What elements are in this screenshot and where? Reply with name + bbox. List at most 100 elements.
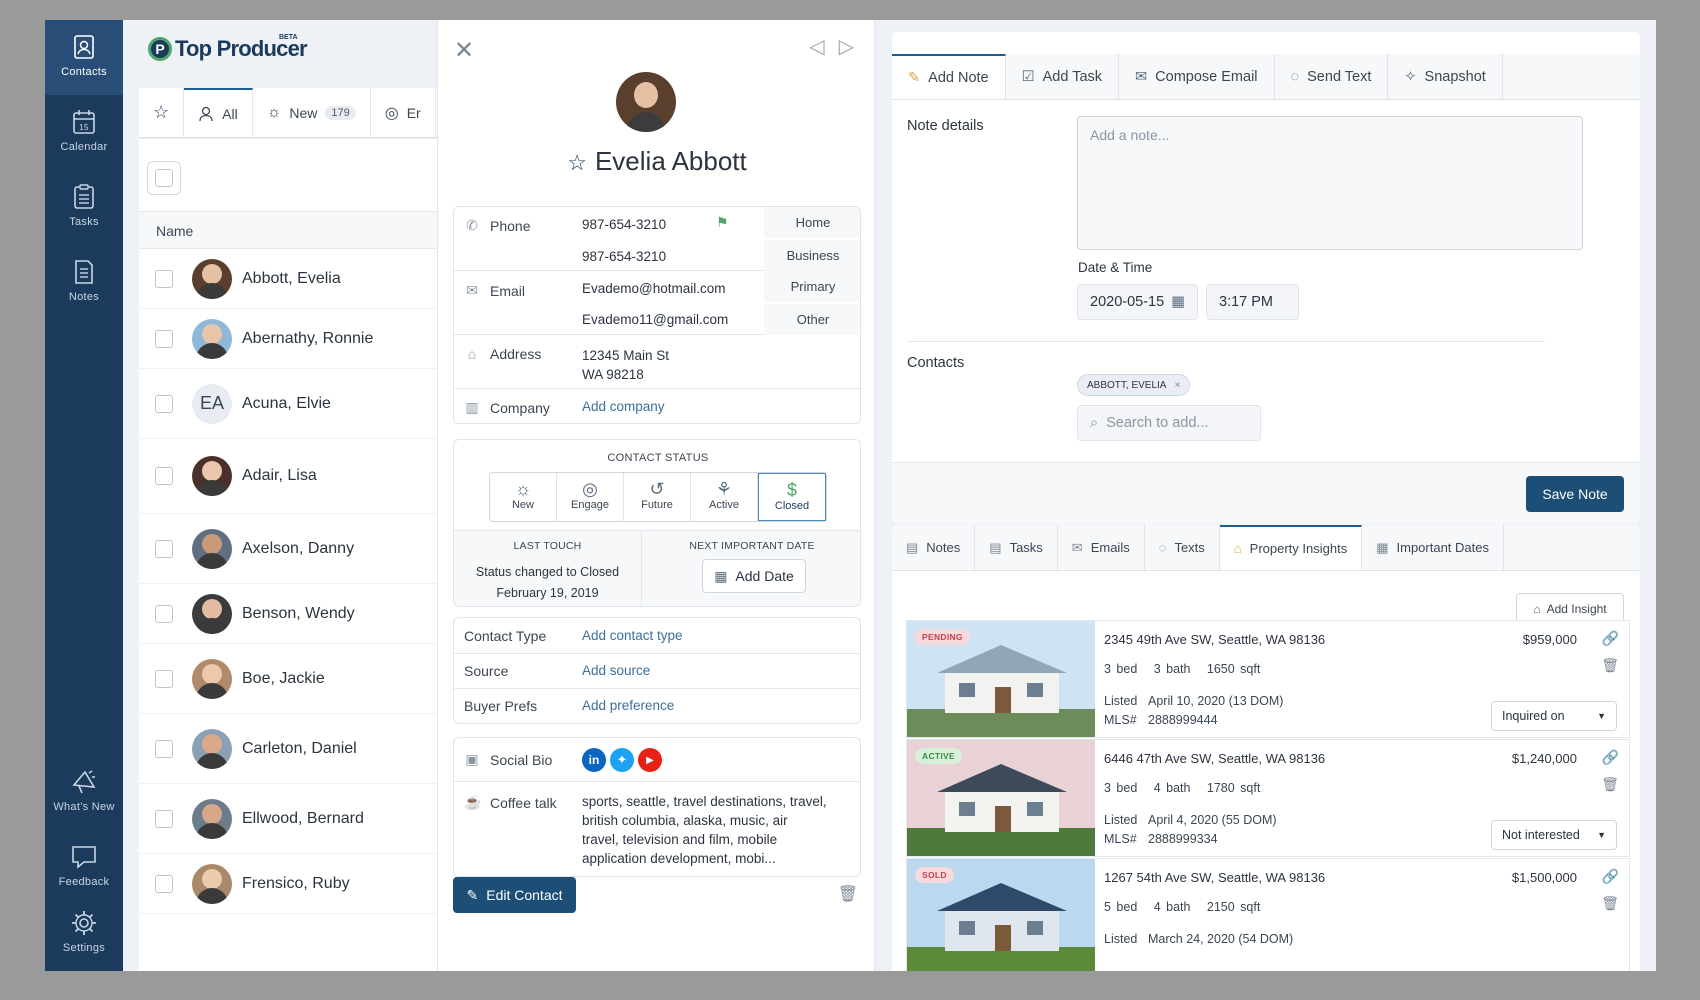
email-value[interactable]: Evademo11@gmail.com [582, 312, 728, 327]
add-preference-link[interactable]: Add preference [582, 698, 674, 713]
link-icon[interactable]: 🔗 [1602, 749, 1619, 766]
link-icon[interactable]: 🔗 [1602, 868, 1619, 885]
clock-icon: ↺ [649, 479, 665, 499]
tab-all[interactable]: All [184, 88, 253, 137]
close-icon[interactable]: ✕ [454, 36, 474, 65]
property-address[interactable]: 1267 54th Ave SW, Seattle, WA 98136 [1104, 870, 1325, 885]
tab-send-text[interactable]: ◌ Send Text [1275, 54, 1389, 99]
sqft: 2150 sqft [1206, 900, 1261, 914]
favorite-star-icon[interactable]: ☆ [567, 150, 587, 175]
row-checkbox[interactable] [155, 809, 173, 828]
trash-icon[interactable]: 🗑 [1601, 895, 1619, 912]
nav-whats-new[interactable]: What's New [45, 755, 123, 830]
linkedin-icon[interactable]: in [582, 748, 606, 772]
add-contact-type-link[interactable]: Add contact type [582, 628, 683, 643]
contact-row[interactable]: Carleton, Daniel [139, 714, 482, 784]
tab-notes[interactable]: ▤ Notes [892, 525, 976, 570]
add-company-link[interactable]: Add company [582, 399, 665, 414]
select-all-checkbox[interactable] [147, 161, 181, 195]
contact-search-input[interactable]: ⌕ Search to add... [1077, 405, 1261, 441]
nav-tasks[interactable]: Tasks [45, 170, 123, 245]
contact-row[interactable]: Ellwood, Bernard [139, 784, 482, 854]
phone-value[interactable]: 987-654-3210 [582, 249, 666, 264]
address-value[interactable]: 12345 Main St WA 98218 [582, 346, 669, 384]
tab-new[interactable]: ☼ New 179 [253, 88, 371, 137]
previous-icon[interactable]: ◁ [809, 34, 824, 59]
tab-important-dates[interactable]: ▦ Important Dates [1362, 525, 1504, 570]
twitter-icon[interactable]: ✦ [610, 748, 634, 772]
row-checkbox[interactable] [155, 467, 173, 485]
tab-snapshot[interactable]: ✧ Snapshot [1388, 54, 1503, 99]
tab-tasks[interactable]: ▤ Tasks [975, 525, 1058, 570]
contact-name: Abbott, Evelia [242, 269, 341, 287]
row-checkbox[interactable] [155, 874, 173, 893]
tab-engage[interactable]: ◎ Er [371, 88, 436, 137]
tab-add-task[interactable]: ☑ Add Task [1006, 54, 1120, 99]
tab-favorites[interactable]: ☆ [139, 88, 185, 137]
trash-icon[interactable]: 🗑 [1601, 657, 1619, 674]
contact-row[interactable]: EA Acuna, Elvie [139, 369, 482, 439]
sqft: 1650 sqft [1206, 662, 1261, 676]
tab-emails[interactable]: ✉ Emails [1058, 525, 1145, 570]
contact-row[interactable]: Axelson, Danny [139, 514, 482, 584]
contact-row[interactable]: Frensico, Ruby [139, 854, 482, 914]
link-icon[interactable]: 🔗 [1602, 630, 1619, 647]
tab-compose-email[interactable]: ✉ Compose Email [1119, 54, 1275, 99]
listed-label: Listed [1104, 932, 1138, 946]
tab-property-insights[interactable]: ⌂ Property Insights [1219, 525, 1363, 570]
time-input[interactable]: 3:17 PM [1206, 284, 1299, 320]
edit-contact-button[interactable]: ✎ Edit Contact [453, 877, 576, 913]
status-future[interactable]: ↺ Future [624, 473, 691, 521]
coffee-icon: ☕ [464, 794, 482, 810]
property-address[interactable]: 6446 47th Ave SW, Seattle, WA 98136 [1104, 751, 1325, 766]
status-active[interactable]: ⚘ Active [691, 473, 758, 521]
date-input[interactable]: 2020-05-15 ▦ [1077, 284, 1198, 320]
tab-texts[interactable]: ◌ Texts [1145, 525, 1220, 570]
property-card[interactable]: ACTIVE 6446 47th Ave SW, Seattle, WA 9813… [906, 739, 1630, 857]
youtube-icon[interactable]: ▶ [638, 748, 662, 772]
status-closed[interactable]: $ Closed [758, 473, 826, 521]
row-checkbox[interactable] [155, 269, 173, 288]
contact-row[interactable]: Adair, Lisa [139, 439, 482, 514]
interest-dropdown[interactable]: Not interested ▼ [1491, 820, 1617, 850]
property-card[interactable]: PENDING 2345 49th Ave SW, Seattle, WA 981… [906, 620, 1630, 738]
nav-rail: Contacts 15 Calendar Tasks Notes What's … [45, 20, 123, 971]
row-checkbox[interactable] [155, 329, 173, 348]
save-note-button[interactable]: Save Note [1526, 476, 1624, 512]
nav-calendar[interactable]: 15 Calendar [45, 95, 123, 170]
contact-row[interactable]: Abbott, Evelia [139, 249, 482, 309]
interest-dropdown[interactable]: Inquired on ▼ [1491, 701, 1617, 731]
note-textarea[interactable]: Add a note... [1077, 116, 1583, 250]
status-new[interactable]: ☼ New [490, 473, 557, 521]
contact-row[interactable]: Boe, Jackie [139, 644, 482, 714]
nav-feedback[interactable]: Feedback [45, 830, 123, 905]
contact-name: Abernathy, Ronnie [242, 329, 374, 347]
calendar-icon: ▦ [1171, 294, 1185, 310]
trash-icon[interactable]: 🗑 [838, 884, 858, 904]
property-card[interactable]: SOLD 1267 54th Ave SW, Seattle, WA 98136 $… [906, 858, 1630, 971]
row-checkbox[interactable] [155, 394, 173, 413]
contact-row[interactable]: Abernathy, Ronnie [139, 309, 482, 369]
add-date-button[interactable]: ▦ Add Date [702, 559, 806, 593]
action-tabs: ✎ Add Note ☑ Add Task ✉ Compose Email ◌ Send… [892, 54, 1640, 100]
remove-chip-icon[interactable]: × [1174, 380, 1180, 391]
email-value[interactable]: Evademo@hotmail.com [582, 281, 726, 296]
nav-settings[interactable]: Settings [45, 896, 123, 971]
row-checkbox[interactable] [155, 539, 173, 558]
interest-value: Not interested [1502, 828, 1580, 842]
nav-notes[interactable]: Notes [45, 245, 123, 320]
status-engage[interactable]: ◎ Engage [557, 473, 624, 521]
nav-contacts[interactable]: Contacts [45, 20, 123, 95]
add-source-link[interactable]: Add source [582, 663, 650, 678]
row-checkbox[interactable] [155, 669, 173, 688]
contact-row[interactable]: Benson, Wendy [139, 584, 482, 644]
trash-icon[interactable]: 🗑 [1601, 776, 1619, 793]
phone-value[interactable]: 987-654-3210 [582, 217, 666, 232]
next-icon[interactable]: ▷ [839, 34, 854, 59]
row-checkbox[interactable] [155, 604, 173, 623]
envelope-icon: ✉ [1071, 539, 1083, 555]
tab-add-note[interactable]: ✎ Add Note [892, 54, 1006, 99]
property-address[interactable]: 2345 49th Ave SW, Seattle, WA 98136 [1104, 632, 1325, 647]
row-checkbox[interactable] [155, 739, 173, 758]
column-header-name[interactable]: Name ◢ [139, 211, 482, 249]
